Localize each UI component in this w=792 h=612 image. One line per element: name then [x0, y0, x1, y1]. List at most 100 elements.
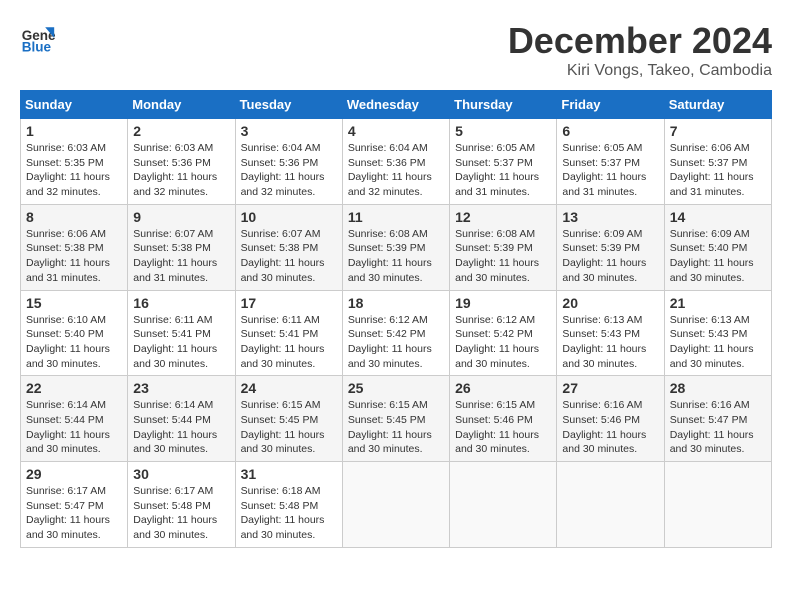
day-header-tuesday: Tuesday: [235, 91, 342, 119]
day-number: 5: [455, 123, 551, 139]
calendar-cell: [450, 462, 557, 548]
calendar-cell: 26 Sunrise: 6:15 AM Sunset: 5:46 PM Dayli…: [450, 376, 557, 462]
calendar-cell: 20 Sunrise: 6:13 AM Sunset: 5:43 PM Dayli…: [557, 290, 664, 376]
day-number: 7: [670, 123, 766, 139]
day-info: Sunrise: 6:04 AM Sunset: 5:36 PM Dayligh…: [348, 141, 444, 200]
day-number: 27: [562, 380, 658, 396]
day-number: 14: [670, 209, 766, 225]
calendar-cell: 18 Sunrise: 6:12 AM Sunset: 5:42 PM Dayli…: [342, 290, 449, 376]
calendar-cell: 22 Sunrise: 6:14 AM Sunset: 5:44 PM Dayli…: [21, 376, 128, 462]
day-number: 16: [133, 295, 229, 311]
day-number: 4: [348, 123, 444, 139]
calendar-cell: 16 Sunrise: 6:11 AM Sunset: 5:41 PM Dayli…: [128, 290, 235, 376]
day-info: Sunrise: 6:15 AM Sunset: 5:45 PM Dayligh…: [348, 398, 444, 457]
week-row-3: 15 Sunrise: 6:10 AM Sunset: 5:40 PM Dayli…: [21, 290, 772, 376]
calendar-cell: 28Sunrise: 6:16 AM Sunset: 5:47 PM Dayli…: [664, 376, 771, 462]
day-number: 21: [670, 295, 766, 311]
day-info: Sunrise: 6:14 AM Sunset: 5:44 PM Dayligh…: [26, 398, 122, 457]
day-info: Sunrise: 6:15 AM Sunset: 5:45 PM Dayligh…: [241, 398, 337, 457]
calendar-cell: 11Sunrise: 6:08 AM Sunset: 5:39 PM Dayli…: [342, 204, 449, 290]
calendar-cell: 15 Sunrise: 6:10 AM Sunset: 5:40 PM Dayli…: [21, 290, 128, 376]
day-info: Sunrise: 6:14 AM Sunset: 5:44 PM Dayligh…: [133, 398, 229, 457]
header: General Blue December 2024 Kiri Vongs, T…: [20, 20, 772, 80]
day-header-thursday: Thursday: [450, 91, 557, 119]
calendar-cell: 4 Sunrise: 6:04 AM Sunset: 5:36 PM Daylig…: [342, 119, 449, 205]
day-number: 9: [133, 209, 229, 225]
day-header-wednesday: Wednesday: [342, 91, 449, 119]
calendar-cell: [557, 462, 664, 548]
day-info: Sunrise: 6:03 AM Sunset: 5:36 PM Dayligh…: [133, 141, 229, 200]
day-info: Sunrise: 6:18 AM Sunset: 5:48 PM Dayligh…: [241, 484, 337, 543]
svg-text:Blue: Blue: [22, 40, 52, 55]
day-number: 30: [133, 466, 229, 482]
day-info: Sunrise: 6:03 AM Sunset: 5:35 PM Dayligh…: [26, 141, 122, 200]
week-row-1: 1Sunrise: 6:03 AM Sunset: 5:35 PM Daylig…: [21, 119, 772, 205]
day-info: Sunrise: 6:15 AM Sunset: 5:46 PM Dayligh…: [455, 398, 551, 457]
day-info: Sunrise: 6:12 AM Sunset: 5:42 PM Dayligh…: [455, 313, 551, 372]
day-number: 31: [241, 466, 337, 482]
day-info: Sunrise: 6:16 AM Sunset: 5:46 PM Dayligh…: [562, 398, 658, 457]
day-header-friday: Friday: [557, 91, 664, 119]
month-title: December 2024: [508, 20, 772, 62]
day-number: 15: [26, 295, 122, 311]
day-info: Sunrise: 6:12 AM Sunset: 5:42 PM Dayligh…: [348, 313, 444, 372]
day-info: Sunrise: 6:09 AM Sunset: 5:39 PM Dayligh…: [562, 227, 658, 286]
day-number: 6: [562, 123, 658, 139]
day-header-monday: Monday: [128, 91, 235, 119]
day-number: 29: [26, 466, 122, 482]
day-number: 13: [562, 209, 658, 225]
calendar-cell: 10Sunrise: 6:07 AM Sunset: 5:38 PM Dayli…: [235, 204, 342, 290]
day-info: Sunrise: 6:10 AM Sunset: 5:40 PM Dayligh…: [26, 313, 122, 372]
day-info: Sunrise: 6:07 AM Sunset: 5:38 PM Dayligh…: [241, 227, 337, 286]
calendar-table: SundayMondayTuesdayWednesdayThursdayFrid…: [20, 90, 772, 548]
day-number: 24: [241, 380, 337, 396]
calendar-cell: 24 Sunrise: 6:15 AM Sunset: 5:45 PM Dayli…: [235, 376, 342, 462]
day-info: Sunrise: 6:05 AM Sunset: 5:37 PM Dayligh…: [562, 141, 658, 200]
calendar-cell: 9 Sunrise: 6:07 AM Sunset: 5:38 PM Daylig…: [128, 204, 235, 290]
day-info: Sunrise: 6:17 AM Sunset: 5:48 PM Dayligh…: [133, 484, 229, 543]
calendar-cell: [664, 462, 771, 548]
calendar-cell: 13 Sunrise: 6:09 AM Sunset: 5:39 PM Dayli…: [557, 204, 664, 290]
calendar-cell: 5 Sunrise: 6:05 AM Sunset: 5:37 PM Daylig…: [450, 119, 557, 205]
day-info: Sunrise: 6:04 AM Sunset: 5:36 PM Dayligh…: [241, 141, 337, 200]
week-row-5: 29Sunrise: 6:17 AM Sunset: 5:47 PM Dayli…: [21, 462, 772, 548]
calendar-cell: 17Sunrise: 6:11 AM Sunset: 5:41 PM Dayli…: [235, 290, 342, 376]
calendar-cell: 3 Sunrise: 6:04 AM Sunset: 5:36 PM Daylig…: [235, 119, 342, 205]
location-subtitle: Kiri Vongs, Takeo, Cambodia: [508, 62, 772, 80]
day-number: 20: [562, 295, 658, 311]
calendar-cell: 31 Sunrise: 6:18 AM Sunset: 5:48 PM Dayli…: [235, 462, 342, 548]
calendar-cell: 7Sunrise: 6:06 AM Sunset: 5:37 PM Daylig…: [664, 119, 771, 205]
day-info: Sunrise: 6:05 AM Sunset: 5:37 PM Dayligh…: [455, 141, 551, 200]
header-row: SundayMondayTuesdayWednesdayThursdayFrid…: [21, 91, 772, 119]
day-info: Sunrise: 6:13 AM Sunset: 5:43 PM Dayligh…: [562, 313, 658, 372]
day-number: 19: [455, 295, 551, 311]
day-number: 3: [241, 123, 337, 139]
calendar-cell: 19 Sunrise: 6:12 AM Sunset: 5:42 PM Dayli…: [450, 290, 557, 376]
day-header-saturday: Saturday: [664, 91, 771, 119]
calendar-cell: 25 Sunrise: 6:15 AM Sunset: 5:45 PM Dayli…: [342, 376, 449, 462]
day-header-sunday: Sunday: [21, 91, 128, 119]
day-number: 26: [455, 380, 551, 396]
day-info: Sunrise: 6:07 AM Sunset: 5:38 PM Dayligh…: [133, 227, 229, 286]
day-number: 18: [348, 295, 444, 311]
day-number: 23: [133, 380, 229, 396]
title-area: December 2024 Kiri Vongs, Takeo, Cambodi…: [508, 20, 772, 80]
day-number: 25: [348, 380, 444, 396]
day-number: 2: [133, 123, 229, 139]
logo-icon: General Blue: [20, 20, 56, 56]
calendar-cell: 21 Sunrise: 6:13 AM Sunset: 5:43 PM Dayli…: [664, 290, 771, 376]
day-number: 17: [241, 295, 337, 311]
day-info: Sunrise: 6:08 AM Sunset: 5:39 PM Dayligh…: [455, 227, 551, 286]
day-info: Sunrise: 6:13 AM Sunset: 5:43 PM Dayligh…: [670, 313, 766, 372]
week-row-2: 8 Sunrise: 6:06 AM Sunset: 5:38 PM Daylig…: [21, 204, 772, 290]
calendar-cell: 8 Sunrise: 6:06 AM Sunset: 5:38 PM Daylig…: [21, 204, 128, 290]
calendar-cell: 14 Sunrise: 6:09 AM Sunset: 5:40 PM Dayli…: [664, 204, 771, 290]
day-number: 22: [26, 380, 122, 396]
day-number: 28: [670, 380, 766, 396]
day-info: Sunrise: 6:11 AM Sunset: 5:41 PM Dayligh…: [133, 313, 229, 372]
week-row-4: 22 Sunrise: 6:14 AM Sunset: 5:44 PM Dayli…: [21, 376, 772, 462]
calendar-cell: 12Sunrise: 6:08 AM Sunset: 5:39 PM Dayli…: [450, 204, 557, 290]
day-info: Sunrise: 6:06 AM Sunset: 5:38 PM Dayligh…: [26, 227, 122, 286]
day-info: Sunrise: 6:09 AM Sunset: 5:40 PM Dayligh…: [670, 227, 766, 286]
day-number: 8: [26, 209, 122, 225]
